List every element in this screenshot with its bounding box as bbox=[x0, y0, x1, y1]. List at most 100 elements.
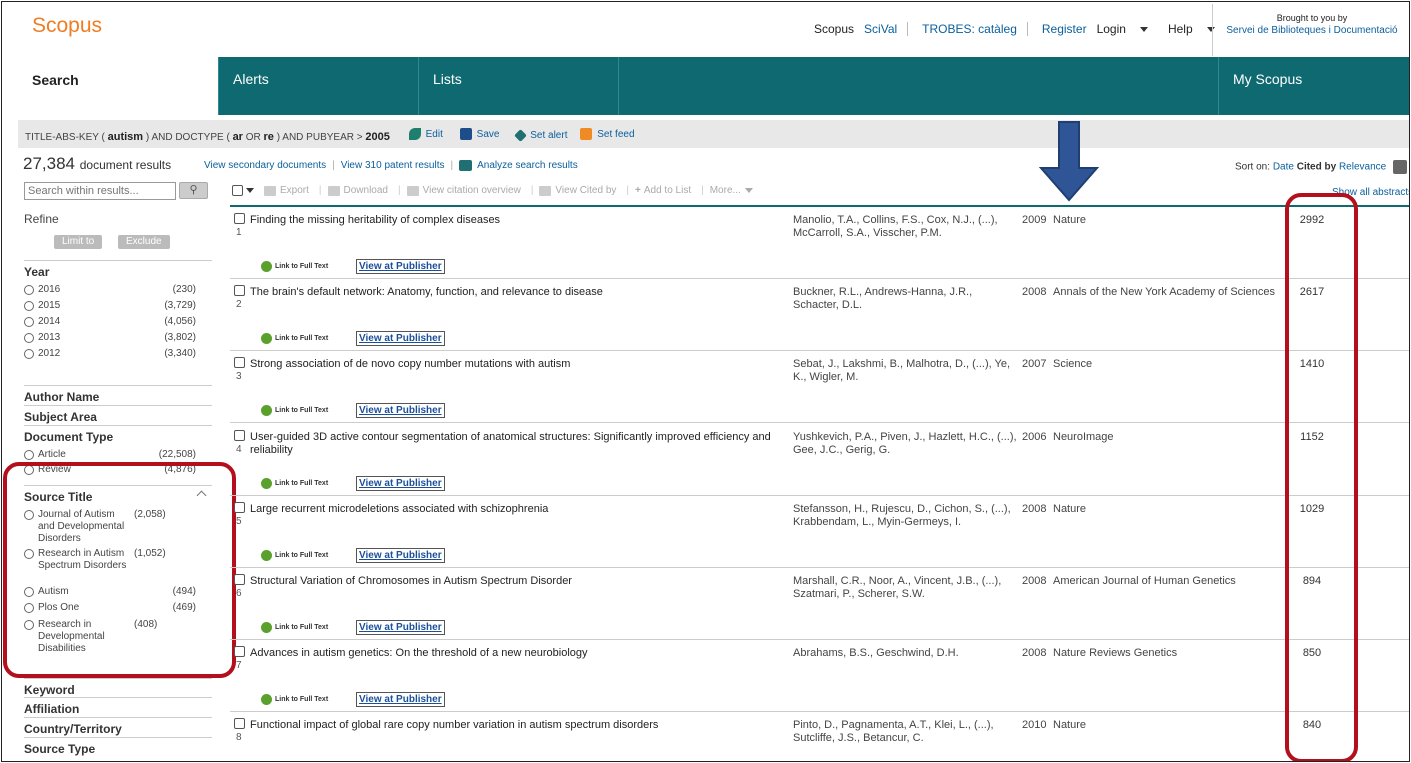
secondary-docs-link[interactable]: View secondary documents bbox=[204, 160, 326, 171]
document-source[interactable]: Science bbox=[1053, 358, 1283, 370]
full-text-link[interactable]: Link to Full Text bbox=[261, 478, 328, 489]
row-checkbox[interactable] bbox=[234, 285, 245, 296]
document-authors[interactable]: Abrahams, B.S., Geschwind, D.H. bbox=[793, 647, 1021, 660]
document-title[interactable]: Strong association of de novo copy numbe… bbox=[250, 358, 780, 371]
sort-cited[interactable]: Cited by bbox=[1297, 162, 1336, 173]
document-title[interactable]: The brain's default network: Anatomy, fu… bbox=[250, 286, 780, 299]
facet-year[interactable]: 2012 (3,340) bbox=[24, 348, 196, 360]
row-checkbox[interactable] bbox=[234, 718, 245, 729]
tab-my-scopus[interactable]: My Scopus bbox=[1219, 57, 1409, 115]
document-title[interactable]: Structural Variation of Chromosomes in A… bbox=[250, 575, 780, 588]
document-source[interactable]: Nature Reviews Genetics bbox=[1053, 647, 1283, 659]
full-text-link[interactable]: Link to Full Text bbox=[261, 405, 328, 416]
facet-year[interactable]: 2016 (230) bbox=[24, 284, 196, 296]
document-authors[interactable]: Buckner, R.L., Andrews-Hanna, J.R., Scha… bbox=[793, 286, 1021, 312]
view-at-publisher-button[interactable]: View at Publisher bbox=[356, 476, 445, 491]
affiliation-heading[interactable]: Affiliation bbox=[24, 697, 212, 716]
row-checkbox[interactable] bbox=[234, 502, 245, 513]
set-feed-link[interactable]: Set feed bbox=[580, 128, 635, 140]
document-source[interactable]: Nature bbox=[1053, 503, 1283, 515]
document-authors[interactable]: Pinto, D., Pagnamenta, A.T., Klei, L., (… bbox=[793, 719, 1021, 745]
view-at-publisher-button[interactable]: View at Publisher bbox=[356, 548, 445, 563]
tab-alerts[interactable]: Alerts bbox=[219, 57, 419, 115]
document-authors[interactable]: Stefansson, H., Rujescu, D., Cichon, S.,… bbox=[793, 503, 1021, 529]
view-at-publisher-button[interactable]: View at Publisher bbox=[356, 620, 445, 635]
view-at-publisher-button[interactable]: View at Publisher bbox=[356, 403, 445, 418]
document-title[interactable]: User-guided 3D active contour segmentati… bbox=[250, 431, 780, 457]
document-type-heading[interactable]: Document Type bbox=[24, 425, 212, 444]
sort-date[interactable]: Date bbox=[1273, 162, 1294, 173]
facet-year[interactable]: 2015 (3,729) bbox=[24, 300, 196, 312]
radio-icon[interactable] bbox=[24, 450, 34, 460]
row-checkbox[interactable] bbox=[234, 574, 245, 585]
radio-icon[interactable] bbox=[24, 349, 34, 359]
row-checkbox[interactable] bbox=[234, 430, 245, 441]
row-checkbox[interactable] bbox=[234, 357, 245, 368]
subject-area-heading[interactable]: Subject Area bbox=[24, 405, 212, 424]
country-heading[interactable]: Country/Territory bbox=[24, 717, 212, 736]
set-alert-link[interactable]: Set alert bbox=[514, 129, 567, 142]
scopus-logo[interactable]: Scopus bbox=[32, 14, 102, 38]
save-search-link[interactable]: Save bbox=[459, 128, 499, 140]
nav-scival[interactable]: SciVal bbox=[864, 22, 897, 36]
more-button[interactable]: More... bbox=[710, 185, 753, 196]
document-source[interactable]: Annals of the New York Academy of Scienc… bbox=[1053, 286, 1283, 298]
document-source[interactable]: American Journal of Human Genetics bbox=[1053, 575, 1283, 587]
view-cited-by-button[interactable]: View Cited by bbox=[539, 185, 616, 196]
document-authors[interactable]: Yushkevich, P.A., Piven, J., Hazlett, H.… bbox=[793, 431, 1021, 457]
nav-register[interactable]: Register bbox=[1042, 22, 1087, 36]
keyword-heading[interactable]: Keyword bbox=[24, 678, 212, 697]
select-all-checkbox[interactable] bbox=[232, 185, 243, 196]
document-title[interactable]: Large recurrent microdeletions associate… bbox=[250, 503, 780, 516]
radio-icon[interactable] bbox=[24, 333, 34, 343]
source-type-heading[interactable]: Source Type bbox=[24, 737, 212, 756]
edit-query-link[interactable]: Edit bbox=[408, 128, 443, 140]
facet-doctype[interactable]: Article (22,508) bbox=[24, 449, 196, 461]
document-title[interactable]: Advances in autism genetics: On the thre… bbox=[250, 647, 780, 660]
facet-year[interactable]: 2013 (3,802) bbox=[24, 332, 196, 344]
full-text-link[interactable]: Link to Full Text bbox=[261, 694, 328, 705]
document-title[interactable]: Finding the missing heritability of comp… bbox=[250, 214, 780, 227]
analyze-results-link[interactable]: Analyze search results bbox=[477, 160, 578, 171]
patent-results-link[interactable]: View 310 patent results bbox=[341, 160, 445, 171]
view-at-publisher-button[interactable]: View at Publisher bbox=[356, 259, 445, 274]
document-title[interactable]: Functional impact of global rare copy nu… bbox=[250, 719, 780, 732]
document-authors[interactable]: Sebat, J., Lakshmi, B., Malhotra, D., (.… bbox=[793, 358, 1021, 384]
document-authors[interactable]: Manolio, T.A., Collins, F.S., Cox, N.J.,… bbox=[793, 214, 1021, 240]
nav-trobes[interactable]: TROBES: catàleg bbox=[922, 22, 1017, 36]
chevron-down-icon[interactable] bbox=[246, 188, 254, 193]
radio-icon[interactable] bbox=[24, 301, 34, 311]
exclude-button[interactable]: Exclude bbox=[118, 235, 170, 249]
limit-to-button[interactable]: Limit to bbox=[54, 235, 103, 249]
radio-icon[interactable] bbox=[24, 317, 34, 327]
document-source[interactable]: NeuroImage bbox=[1053, 431, 1283, 443]
nav-login[interactable]: Login bbox=[1097, 22, 1158, 36]
search-within-input[interactable] bbox=[24, 182, 176, 200]
full-text-link[interactable]: Link to Full Text bbox=[261, 333, 328, 344]
tab-search[interactable]: Search bbox=[18, 57, 219, 115]
document-authors[interactable]: Marshall, C.R., Noor, A., Vincent, J.B.,… bbox=[793, 575, 1021, 601]
download-button[interactable]: Download bbox=[327, 185, 388, 196]
export-button[interactable]: Export bbox=[264, 185, 309, 196]
tab-lists[interactable]: Lists bbox=[419, 57, 619, 115]
sort-relevance[interactable]: Relevance bbox=[1339, 162, 1386, 173]
facet-year[interactable]: 2014 (4,056) bbox=[24, 316, 196, 328]
citation-overview-button[interactable]: View citation overview bbox=[406, 185, 521, 196]
document-source[interactable]: Nature bbox=[1053, 719, 1283, 731]
row-checkbox[interactable] bbox=[234, 646, 245, 657]
full-text-link[interactable]: Link to Full Text bbox=[261, 550, 328, 561]
year-heading[interactable]: Year bbox=[24, 260, 212, 279]
more-sort-icon[interactable] bbox=[1393, 160, 1407, 174]
view-at-publisher-button[interactable]: View at Publisher bbox=[356, 331, 445, 346]
view-at-publisher-button[interactable]: View at Publisher bbox=[356, 692, 445, 707]
nav-scopus[interactable]: Scopus bbox=[814, 22, 854, 36]
full-text-link[interactable]: Link to Full Text bbox=[261, 622, 328, 633]
search-within-button[interactable]: ⚲ bbox=[179, 182, 208, 199]
author-name-heading[interactable]: Author Name bbox=[24, 385, 212, 404]
full-text-link[interactable]: Link to Full Text bbox=[261, 261, 328, 272]
row-checkbox[interactable] bbox=[234, 213, 245, 224]
document-source[interactable]: Nature bbox=[1053, 214, 1283, 226]
radio-icon[interactable] bbox=[24, 285, 34, 295]
institution-link[interactable]: Servei de Biblioteques i Documentació bbox=[1213, 25, 1409, 36]
add-to-list-button[interactable]: + Add to List bbox=[635, 185, 691, 196]
